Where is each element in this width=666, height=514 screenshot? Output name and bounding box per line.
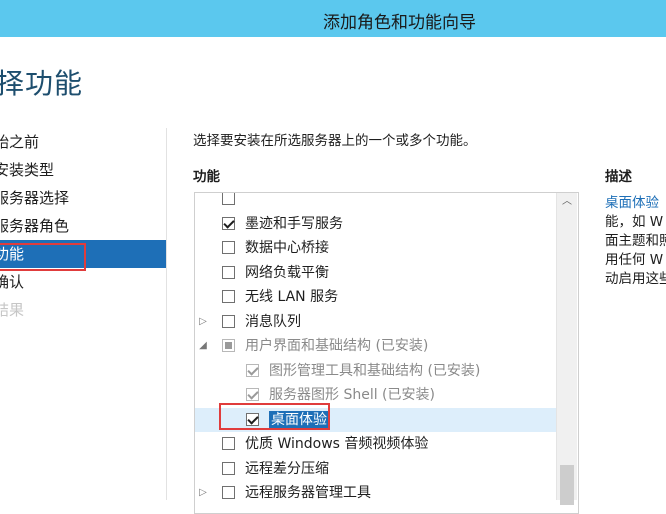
title-bar: 添加角色和功能向导: [0, 0, 666, 37]
feature-checkbox[interactable]: [222, 339, 235, 352]
feature-label: 远程差分压缩: [245, 460, 329, 477]
description-line: 能，如 W: [605, 214, 664, 230]
feature-label: 消息队列: [245, 313, 301, 330]
feature-row[interactable]: 无线 LAN 服务: [195, 285, 557, 310]
description-line: 动启用这些: [605, 271, 666, 287]
feature-label: 远程服务器管理工具: [245, 485, 371, 501]
feature-row[interactable]: ▷ 远程服务器管理工具: [195, 481, 557, 506]
feature-label: 图形管理工具和基础结构 (已安装): [269, 362, 481, 379]
feature-checkbox[interactable]: [222, 241, 235, 254]
feature-row[interactable]: 墨迹和手写服务: [195, 212, 557, 237]
features-tree: 墨迹和手写服务 数据中心桥接 网络负载平衡 无线 LAN 服务 ▷ 消息队列 ◢ 用户界面和基…: [195, 193, 557, 506]
wizard-step[interactable]: 服务器角色: [0, 212, 167, 240]
feature-label: 用户界面和基础结构 (已安装): [245, 338, 429, 354]
description-line: 面主题和照: [605, 233, 666, 249]
feature-checkbox[interactable]: [222, 290, 235, 303]
feature-label: 网络负载平衡: [245, 264, 329, 281]
wizard-steps-nav: 始之前 安装类型 服务器选择 服务器角色 功能 确认 结果: [0, 128, 167, 324]
feature-label: 无线 LAN 服务: [245, 289, 339, 305]
feature-row[interactable]: 图形管理工具和基础结构 (已安装): [195, 359, 557, 384]
feature-checkbox[interactable]: [222, 216, 235, 230]
description-body: 桌面体验 能，如 W 面主题和照 用任何 W 动启用这些: [605, 194, 666, 289]
feature-row[interactable]: [195, 193, 557, 212]
wizard-step[interactable]: 安装类型: [0, 156, 167, 184]
features-header: 功能: [193, 169, 220, 185]
wizard-step[interactable]: 服务器选择: [0, 184, 167, 212]
wizard-step-label: 始之前: [0, 133, 40, 151]
wizard-step[interactable]: 确认: [0, 268, 167, 296]
features-scrollbar[interactable]: ︿: [556, 193, 577, 505]
feature-checkbox[interactable]: [246, 388, 259, 401]
feature-checkbox[interactable]: [222, 265, 235, 279]
chevron-up-icon[interactable]: ︿: [557, 193, 577, 211]
feature-checkbox[interactable]: [246, 363, 259, 377]
feature-row[interactable]: 数据中心桥接: [195, 236, 557, 261]
feature-label: 数据中心桥接: [245, 240, 329, 256]
description-line: 用任何 W: [605, 252, 664, 268]
description-header: 描述: [605, 169, 632, 185]
feature-row[interactable]: ▷ 消息队列: [195, 310, 557, 335]
description-title: 桌面体验: [605, 195, 659, 211]
feature-row[interactable]: 优质 Windows 音频视频体验: [195, 432, 557, 457]
wizard-step-label: 结果: [0, 301, 25, 319]
feature-checkbox[interactable]: [222, 461, 235, 475]
feature-highlight-box: [219, 403, 330, 430]
page-heading: 择功能: [0, 67, 84, 100]
feature-label: 优质 Windows 音频视频体验: [245, 436, 429, 452]
window-title: 添加角色和功能向导: [323, 13, 476, 33]
scrollbar-thumb[interactable]: [560, 465, 574, 505]
instruction-text: 选择要安装在所选服务器上的一个或多个功能。: [193, 133, 477, 149]
wizard-step: 结果: [0, 296, 167, 324]
feature-checkbox[interactable]: [222, 193, 235, 205]
wizard-step[interactable]: 始之前: [0, 128, 167, 156]
wizard-step-label: 服务器选择: [0, 189, 70, 207]
feature-checkbox[interactable]: [222, 314, 235, 328]
wizard-step-label: 安装类型: [0, 161, 55, 179]
nav-divider: [166, 128, 167, 500]
wizard-step-label: 服务器角色: [0, 217, 70, 235]
expand-arrow-icon[interactable]: ◢: [198, 334, 208, 359]
feature-checkbox[interactable]: [222, 486, 235, 499]
feature-row[interactable]: 网络负载平衡: [195, 261, 557, 286]
step-highlight-box: [0, 243, 86, 271]
wizard-step-label: 确认: [0, 273, 25, 291]
feature-checkbox[interactable]: [222, 437, 235, 450]
feature-row[interactable]: 远程差分压缩: [195, 457, 557, 482]
expand-arrow-icon[interactable]: ▷: [198, 310, 208, 335]
expand-arrow-icon[interactable]: ▷: [198, 481, 208, 506]
features-list[interactable]: 墨迹和手写服务 数据中心桥接 网络负载平衡 无线 LAN 服务 ▷ 消息队列 ◢ 用户界面和基…: [194, 192, 579, 514]
feature-row[interactable]: ◢ 用户界面和基础结构 (已安装): [195, 334, 557, 359]
feature-label: 墨迹和手写服务: [245, 215, 343, 232]
